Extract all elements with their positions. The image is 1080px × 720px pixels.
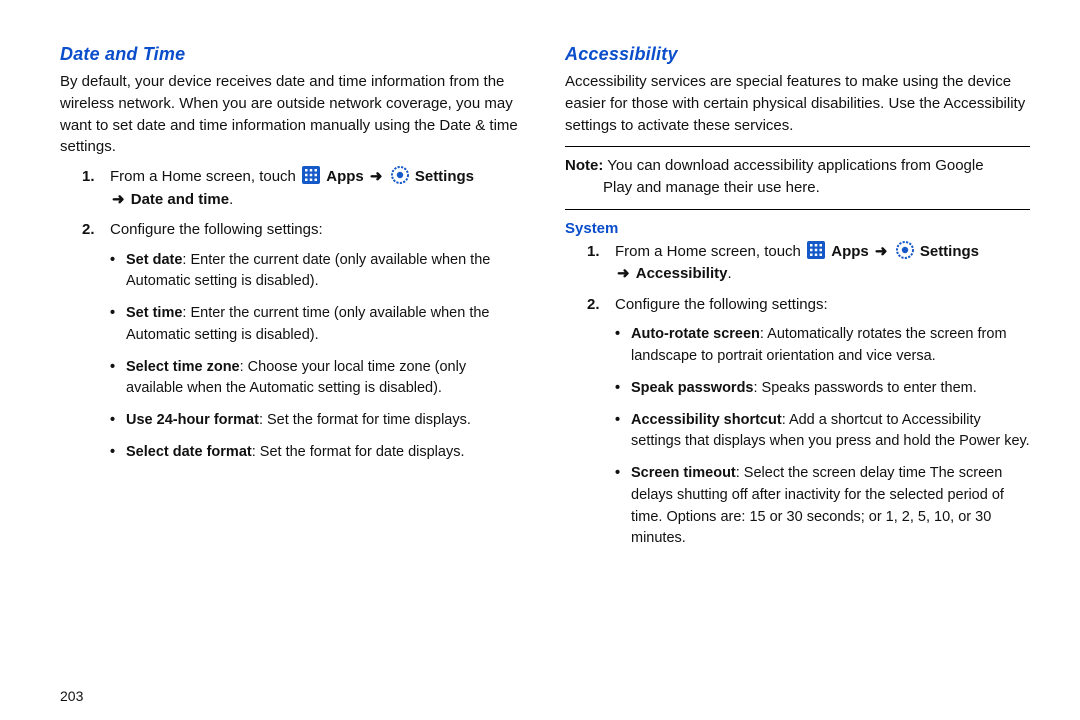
section-heading-accessibility: Accessibility — [565, 44, 1030, 65]
bullet-accessibility-shortcut: Accessibility shortcut: Add a shortcut t… — [615, 410, 1030, 454]
bullet-label: Accessibility shortcut — [631, 412, 782, 428]
bullet-label: Screen timeout — [631, 465, 736, 481]
bullet-speak-passwords: Speak passwords: Speaks passwords to ent… — [615, 378, 1030, 400]
bullet-screen-timeout: Screen timeout: Select the screen delay … — [615, 463, 1030, 550]
bullet-label: Select date format — [126, 444, 252, 460]
note-rule-bottom — [565, 209, 1030, 210]
bullet-desc: : Set the format for time displays. — [259, 412, 471, 428]
settings-label: Settings — [920, 243, 979, 260]
bullets-accessibility: Auto-rotate screen: Automatically rotate… — [615, 324, 1030, 550]
manual-page: Date and Time By default, your device re… — [0, 0, 1080, 720]
step-2-accessibility: Configure the following settings: — [587, 294, 1030, 317]
note-accessibility: Note: You can download accessibility app… — [565, 155, 1030, 199]
arrow-icon: ➜ — [368, 168, 385, 185]
section-heading-date-time: Date and Time — [60, 44, 525, 65]
page-number: 203 — [60, 688, 83, 704]
bullet-set-date: Set date: Enter the current date (only a… — [110, 250, 525, 294]
bullet-label: Select time zone — [126, 359, 240, 375]
note-line1: You can download accessibility applicati… — [603, 157, 983, 174]
bullet-select-time-zone: Select time zone: Choose your local time… — [110, 357, 525, 401]
steps-accessibility: From a Home screen, touch Apps ➜ — [587, 241, 1030, 317]
column-right: Accessibility Accessibility services are… — [565, 40, 1030, 700]
step-text: From a Home screen, touch — [110, 168, 296, 185]
bullet-select-date-format: Select date format: Set the format for d… — [110, 442, 525, 464]
bullet-use-24-hour: Use 24-hour format: Set the format for t… — [110, 410, 525, 432]
arrow-icon: ➜ — [873, 243, 890, 260]
bullet-desc: : Speaks passwords to enter them. — [754, 380, 977, 396]
step-2-date-time: Configure the following settings: — [82, 219, 525, 242]
intro-accessibility: Accessibility services are special featu… — [565, 71, 1030, 136]
bullet-set-time: Set time: Enter the current time (only a… — [110, 303, 525, 347]
bullet-label: Use 24-hour format — [126, 412, 259, 428]
apps-icon — [807, 241, 825, 259]
settings-label: Settings — [415, 168, 474, 185]
note-rule-top — [565, 146, 1030, 147]
arrow-icon: ➜ — [615, 265, 632, 282]
apps-label: Apps — [326, 168, 364, 185]
intro-date-time: By default, your device receives date an… — [60, 71, 525, 158]
apps-label: Apps — [831, 243, 869, 260]
bullet-label: Set date — [126, 252, 182, 268]
step-1-date-time: From a Home screen, touch Apps ➜ — [82, 166, 525, 211]
subheading-system: System — [565, 220, 1030, 237]
bullet-auto-rotate: Auto-rotate screen: Automatically rotate… — [615, 324, 1030, 368]
nav-target: Accessibility — [636, 265, 728, 282]
steps-date-time: From a Home screen, touch Apps ➜ — [82, 166, 525, 242]
settings-icon — [896, 241, 914, 259]
apps-icon — [302, 166, 320, 184]
settings-icon — [391, 166, 409, 184]
step-text: From a Home screen, touch — [615, 243, 801, 260]
bullet-desc: : Set the format for date displays. — [252, 444, 465, 460]
bullets-date-time: Set date: Enter the current date (only a… — [110, 250, 525, 464]
step-1-accessibility: From a Home screen, touch Apps ➜ — [587, 241, 1030, 286]
bullet-label: Speak passwords — [631, 380, 754, 396]
nav-target: Date and time — [131, 191, 229, 208]
arrow-icon: ➜ — [110, 191, 127, 208]
bullet-label: Set time — [126, 305, 182, 321]
column-left: Date and Time By default, your device re… — [60, 40, 525, 700]
note-line2: Play and manage their use here. — [565, 177, 1030, 199]
bullet-label: Auto-rotate screen — [631, 326, 760, 342]
note-label: Note: — [565, 157, 603, 174]
